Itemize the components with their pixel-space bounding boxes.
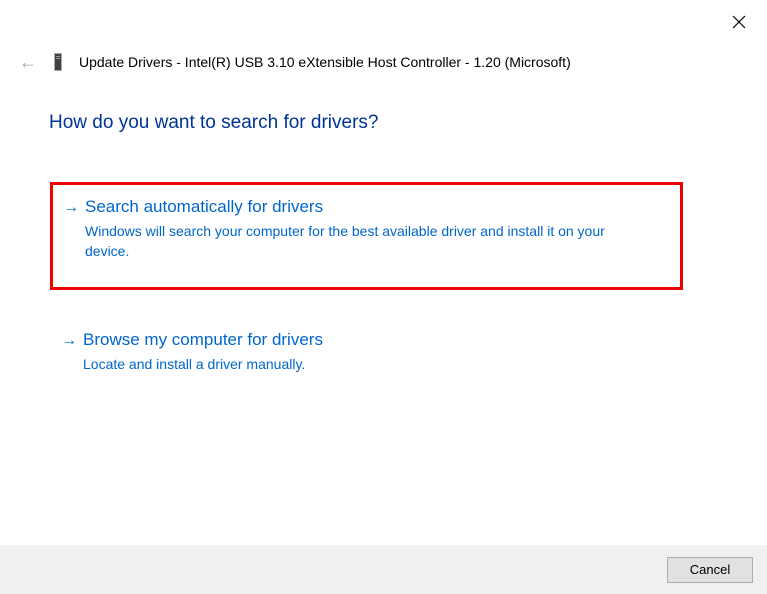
arrow-right-icon: →: [61, 330, 77, 352]
dialog-header: ← Update Drivers - Intel(R) USB 3.10 eXt…: [19, 52, 571, 72]
cancel-button[interactable]: Cancel: [667, 557, 753, 583]
option-content: Search automatically for drivers Windows…: [85, 197, 662, 262]
option-content: Browse my computer for drivers Locate an…: [83, 330, 670, 374]
close-button[interactable]: [731, 14, 747, 30]
option-description: Locate and install a driver manually.: [83, 354, 643, 374]
back-arrow-icon[interactable]: ←: [19, 53, 37, 71]
option-browse-computer[interactable]: → Browse my computer for drivers Locate …: [61, 322, 678, 382]
option-search-automatically[interactable]: → Search automatically for drivers Windo…: [50, 182, 683, 290]
close-icon: [732, 15, 746, 29]
main-heading: How do you want to search for drivers?: [49, 112, 379, 134]
dialog-title: Update Drivers - Intel(R) USB 3.10 eXten…: [79, 54, 571, 70]
option-description: Windows will search your computer for th…: [85, 221, 645, 262]
arrow-right-icon: →: [63, 197, 79, 219]
device-icon: [51, 52, 65, 72]
dialog-footer: Cancel: [0, 545, 767, 594]
option-title: Browse my computer for drivers: [83, 330, 670, 350]
option-title: Search automatically for drivers: [85, 197, 662, 217]
